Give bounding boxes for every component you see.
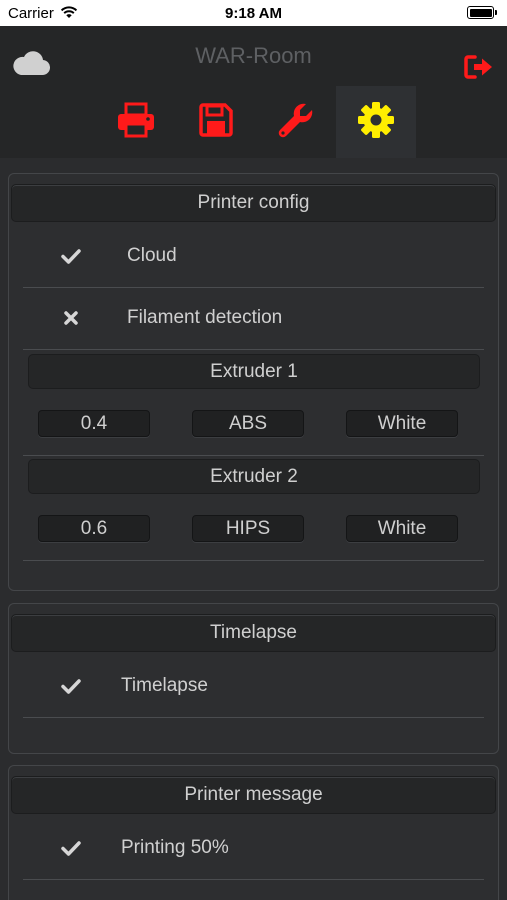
extruder-1-material[interactable]: ABS xyxy=(192,410,304,437)
filament-detection-label: Filament detection xyxy=(127,307,283,328)
cross-icon xyxy=(61,308,81,328)
extruder-1-header: Extruder 1 xyxy=(28,354,480,389)
checkmark-icon xyxy=(61,838,81,858)
filament-detection-row[interactable]: Filament detection xyxy=(23,288,484,350)
printer-message-header: Printer message xyxy=(11,776,496,814)
wrench-icon xyxy=(277,101,315,144)
tab-print[interactable] xyxy=(96,86,176,158)
extruder-2-nozzle[interactable]: 0.6 xyxy=(38,515,150,542)
cloud-label: Cloud xyxy=(127,245,177,266)
extruder-1-color[interactable]: White xyxy=(346,410,458,437)
save-icon xyxy=(198,102,234,143)
battery-icon xyxy=(467,6,497,19)
divider xyxy=(23,560,484,561)
divider xyxy=(23,455,484,456)
printer-message-row[interactable]: Printing 50% xyxy=(23,818,484,880)
logout-icon[interactable] xyxy=(464,54,494,85)
printer-config-header: Printer config xyxy=(11,184,496,222)
timelapse-toggle-row[interactable]: Timelapse xyxy=(23,656,484,718)
tab-tools[interactable] xyxy=(256,86,336,158)
printer-message-label: Printing 50% xyxy=(121,837,229,858)
app-header: WAR-Room xyxy=(0,26,507,158)
timelapse-label: Timelapse xyxy=(121,675,208,696)
extruder-1-nozzle[interactable]: 0.4 xyxy=(38,410,150,437)
timelapse-header: Timelapse xyxy=(11,614,496,652)
extruder-2-header: Extruder 2 xyxy=(28,459,480,494)
printer-message-panel: Printer message Printing 50% xyxy=(8,765,499,900)
checkmark-icon xyxy=(61,246,81,266)
status-bar: Carrier 9:18 AM xyxy=(0,0,507,26)
print-icon xyxy=(116,102,156,143)
tab-settings[interactable] xyxy=(336,86,416,158)
timelapse-panel: Timelapse Timelapse xyxy=(8,603,499,754)
extruder-2-material[interactable]: HIPS xyxy=(192,515,304,542)
printer-config-panel: Printer config Cloud Filament detection … xyxy=(8,173,499,591)
extruder-2-color[interactable]: White xyxy=(346,515,458,542)
app-title: WAR-Room xyxy=(195,43,312,68)
tab-save[interactable] xyxy=(176,86,256,158)
cloud-toggle-row[interactable]: Cloud xyxy=(23,226,484,288)
checkmark-icon xyxy=(61,676,81,696)
clock: 9:18 AM xyxy=(225,5,282,22)
gear-icon xyxy=(357,101,395,144)
tab-bar xyxy=(96,86,416,158)
